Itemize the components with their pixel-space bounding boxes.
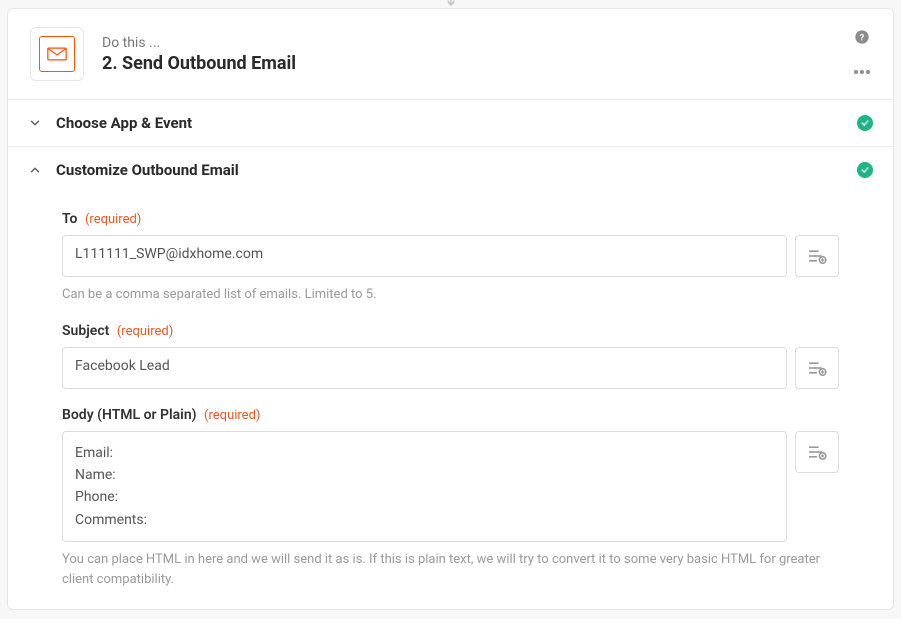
- step-kicker: Do this ...: [102, 35, 843, 51]
- label-to-required: (required): [85, 212, 141, 227]
- insert-data-button[interactable]: [795, 431, 839, 473]
- step-header: Do this ... 2. Send Outbound Email ?: [8, 9, 893, 99]
- form-area: To (required) L111111_SWP@idxhome.com Ca…: [8, 211, 893, 609]
- hint-to: Can be a comma separated list of emails.…: [62, 285, 839, 305]
- label-subject-required: (required): [117, 324, 173, 339]
- step-title: 2. Send Outbound Email: [102, 53, 843, 74]
- chevron-up-icon: [28, 163, 42, 177]
- section-choose-app[interactable]: Choose App & Event: [8, 99, 893, 146]
- more-menu-icon[interactable]: [853, 63, 871, 79]
- status-check-icon: [857, 162, 873, 178]
- body-line: Phone:: [75, 486, 774, 508]
- input-subject[interactable]: Facebook Lead: [62, 347, 787, 389]
- label-subject: Subject (required): [62, 323, 839, 339]
- body-line: Comments:: [75, 509, 774, 531]
- field-body: Body (HTML or Plain) (required) Email: N…: [62, 407, 839, 590]
- section-title-choose-app: Choose App & Event: [56, 114, 857, 132]
- body-line: Email:: [75, 442, 774, 464]
- app-icon-container: [30, 27, 84, 81]
- field-to: To (required) L111111_SWP@idxhome.com Ca…: [62, 211, 839, 305]
- section-customize[interactable]: Customize Outbound Email: [8, 146, 893, 193]
- mail-icon: [39, 36, 75, 72]
- step-card: Do this ... 2. Send Outbound Email ? Cho…: [7, 8, 894, 610]
- label-to-text: To: [62, 211, 77, 227]
- label-body-text: Body (HTML or Plain): [62, 407, 197, 423]
- svg-text:?: ?: [860, 32, 865, 43]
- label-body-required: (required): [204, 408, 260, 423]
- insert-data-button[interactable]: [795, 347, 839, 389]
- label-subject-text: Subject: [62, 323, 109, 339]
- field-subject: Subject (required) Facebook Lead: [62, 323, 839, 389]
- input-to[interactable]: L111111_SWP@idxhome.com: [62, 235, 787, 277]
- section-title-customize: Customize Outbound Email: [56, 161, 857, 179]
- help-icon[interactable]: ?: [854, 29, 870, 49]
- body-line: Name:: [75, 464, 774, 486]
- status-check-icon: [857, 115, 873, 131]
- input-body[interactable]: Email: Name: Phone: Comments:: [62, 431, 787, 543]
- step-text: Do this ... 2. Send Outbound Email: [102, 35, 843, 74]
- chevron-down-icon: [28, 116, 42, 130]
- label-to: To (required): [62, 211, 839, 227]
- label-body: Body (HTML or Plain) (required): [62, 407, 839, 423]
- insert-data-button[interactable]: [795, 235, 839, 277]
- hint-body: You can place HTML in here and we will s…: [62, 550, 839, 589]
